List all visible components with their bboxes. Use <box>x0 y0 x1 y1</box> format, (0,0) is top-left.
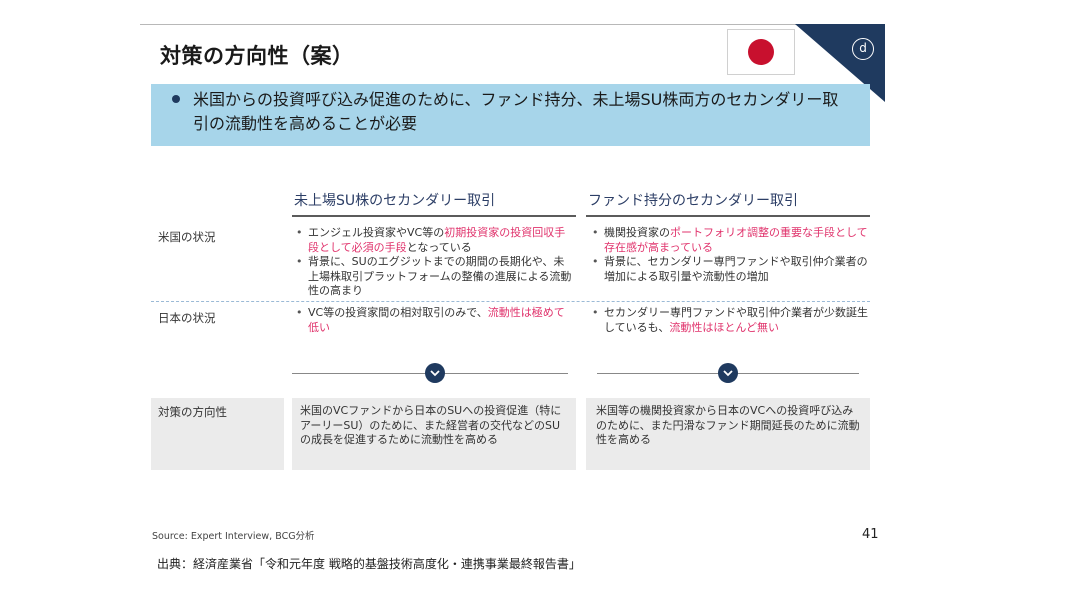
row-label-japan: 日本の状況 <box>158 311 216 325</box>
direction-box-unlisted: 米国のVCファンドから日本のSUへの投資促進（特にアーリーSU）のために、また経… <box>292 398 576 470</box>
direction-box-fund: 米国等の機関投資家から日本のVCへの投資呼び込みのために、また円滑なファンド期間… <box>586 398 870 470</box>
document-caption: 出典：経済産業省「令和元年度 戦略的基盤技術高度化・連携事業最終報告書」 <box>157 557 581 571</box>
row-label-us: 米国の状況 <box>158 230 216 244</box>
list-item: VC等の投資家間の相対取引のみで、流動性は極めて低い <box>296 306 574 335</box>
column-header-rule <box>292 215 576 217</box>
chevron-down-icon <box>718 363 738 383</box>
column-header-rule <box>586 215 870 217</box>
list-item: セカンダリー専門ファンドや取引仲介業者が少数誕生しているも、流動性はほとんど無い <box>592 306 868 335</box>
row-divider <box>151 301 870 302</box>
list-item: エンジェル投資家やVC等の初期投資家の投資回収手段として必須の手段となっている <box>296 226 574 255</box>
direction-text-fund: 米国等の機関投資家から日本のVCへの投資呼び込みのために、また円滑なファンド期間… <box>596 404 860 446</box>
list-item: 背景に、SUのエグジットまでの期間の長期化や、未上場株取引プラットフォームの整備… <box>296 255 574 299</box>
column-header-fund-interest: ファンド持分のセカンダリー取引 <box>588 193 798 209</box>
direction-text-unlisted: 米国のVCファンドから日本のSUへの投資促進（特にアーリーSU）のために、また経… <box>300 404 562 446</box>
slide-title: 対策の方向性（案） <box>160 44 354 68</box>
column-header-unlisted-su: 未上場SU株のセカンダリー取引 <box>294 193 496 209</box>
bullet-dot <box>172 95 180 103</box>
cell-japan-unlisted: VC等の投資家間の相対取引のみで、流動性は極めて低い <box>296 306 574 335</box>
source-note: Source: Expert Interview, BCG分析 <box>152 531 315 542</box>
direction-label-box: 対策の方向性 <box>151 398 284 470</box>
chevron-down-icon <box>425 363 445 383</box>
japan-flag-icon <box>727 29 795 75</box>
row-label-direction: 対策の方向性 <box>158 405 227 419</box>
cell-us-unlisted: エンジェル投資家やVC等の初期投資家の投資回収手段として必須の手段となっている … <box>296 226 574 299</box>
corner-label: d <box>852 38 874 60</box>
page-number: 41 <box>862 527 879 542</box>
top-rule <box>140 24 882 25</box>
key-message-banner: 米国からの投資呼び込み促進のために、ファンド持分、未上場SU株両方のセカンダリー… <box>151 84 870 146</box>
flag-red-circle <box>748 39 774 65</box>
list-item: 背景に、セカンダリー専門ファンドや取引仲介業者の増加による取引量や流動性の増加 <box>592 255 868 284</box>
key-message-text: 米国からの投資呼び込み促進のために、ファンド持分、未上場SU株両方のセカンダリー… <box>193 90 839 133</box>
cell-japan-fund: セカンダリー専門ファンドや取引仲介業者が少数誕生しているも、流動性はほとんど無い <box>592 306 868 335</box>
list-item: 機関投資家のポートフォリオ調整の重要な手段として存在感が高まっている <box>592 226 868 255</box>
cell-us-fund: 機関投資家のポートフォリオ調整の重要な手段として存在感が高まっている 背景に、セ… <box>592 226 868 284</box>
